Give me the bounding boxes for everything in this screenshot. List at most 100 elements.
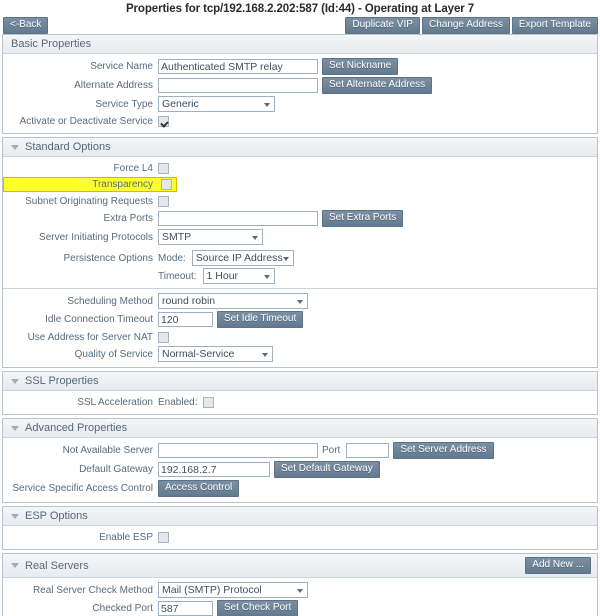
section-basic-properties: Basic Properties Service Name Set Nickna… [2, 34, 598, 134]
row-extra-ports: Extra Ports Set Extra Ports [3, 209, 597, 228]
row-subnet-originating-requests: Subnet Originating Requests [3, 193, 597, 209]
toolbar: <-Back Duplicate VIP Change Address Expo… [0, 17, 600, 34]
default-gateway-input[interactable] [158, 462, 270, 477]
service-type-select-wrap: Generic [158, 96, 275, 112]
control-ssl-acceleration: Enabled: [158, 396, 215, 408]
section-header-basic-properties: Basic Properties [3, 35, 597, 54]
collapse-caret-icon-standard-options[interactable] [11, 144, 19, 150]
row-real-server-check-method: Real Server Check Method Mail (SMTP) Pro… [3, 581, 597, 599]
label-transparency: Transparency [3, 177, 158, 192]
persistence-group: Persistence Options Mode: Source IP Addr… [3, 249, 597, 289]
section-title-basic-properties: Basic Properties [11, 38, 92, 50]
not-available-server-port-input[interactable] [346, 443, 390, 458]
section-body-esp-options: Enable ESP [3, 526, 597, 549]
page-title: Properties for tcp/192.168.2.202:587 (Id… [125, 3, 475, 15]
server-initiating-protocols-select-wrap: SMTP [158, 229, 263, 245]
set-check-port-button[interactable]: Set Check Port [217, 600, 299, 616]
set-server-address-button[interactable]: Set Server Address [393, 442, 494, 459]
activate-service-checkbox[interactable] [158, 115, 169, 127]
row-persistence-timeout: Timeout: 1 Hour [3, 267, 597, 285]
back-button[interactable]: <-Back [3, 17, 49, 34]
virtual-service-properties-page: Properties for tcp/192.168.2.202:587 (Id… [0, 0, 600, 616]
persistence-timeout-select[interactable]: 1 Hour [202, 268, 275, 284]
alternate-address-input[interactable] [158, 78, 318, 93]
set-idle-timeout-button[interactable]: Set Idle Timeout [217, 311, 304, 328]
label-not-available-server-port: Port [322, 445, 341, 456]
control-not-available-server: Port Set Server Address [158, 442, 494, 459]
extra-ports-input[interactable] [158, 211, 318, 226]
access-control-button[interactable]: Access Control [158, 480, 240, 497]
label-ssl-acceleration: SSL Acceleration [77, 396, 153, 408]
label-activate-service: Activate or Deactivate Service [19, 115, 153, 127]
label-use-address-for-server-nat: Use Address for Server NAT [27, 331, 153, 343]
control-subnet-originating-requests [158, 195, 169, 207]
transparency-checkbox[interactable] [161, 179, 172, 190]
set-extra-ports-button[interactable]: Set Extra Ports [322, 210, 404, 227]
service-name-input[interactable] [158, 59, 318, 74]
section-title-ssl-properties: SSL Properties [25, 375, 99, 387]
use-address-for-server-nat-checkbox[interactable] [158, 331, 169, 343]
duplicate-vip-button[interactable]: Duplicate VIP [345, 17, 420, 34]
label-enable-esp: Enable ESP [99, 531, 153, 543]
section-body-basic-properties: Service Name Set Nickname Alternate Addr… [3, 54, 597, 133]
persistence-mode-select-wrap: Source IP Address [191, 250, 294, 266]
section-standard-options: Standard Options Force L4 Transparency S… [2, 137, 598, 368]
service-type-select[interactable]: Generic [158, 96, 275, 112]
section-ssl-properties: SSL Properties SSL Acceleration Enabled: [2, 371, 598, 415]
control-idle-connection-timeout: Set Idle Timeout [158, 311, 304, 328]
label-server-initiating-protocols: Server Initiating Protocols [39, 231, 153, 243]
row-server-initiating-protocols: Server Initiating Protocols SMTP [3, 228, 597, 246]
collapse-caret-icon-esp-options[interactable] [11, 513, 19, 519]
checked-port-input[interactable] [158, 601, 213, 616]
row-quality-of-service: Quality of Service Normal-Service [3, 345, 597, 363]
row-force-l4: Force L4 [3, 160, 597, 176]
control-real-server-check-method: Mail (SMTP) Protocol [158, 582, 308, 598]
set-default-gateway-button[interactable]: Set Default Gateway [274, 461, 380, 478]
force-l4-checkbox[interactable] [158, 162, 169, 174]
label-idle-connection-timeout: Idle Connection Timeout [45, 314, 153, 325]
persistence-mode-select[interactable]: Source IP Address [191, 250, 294, 266]
section-header-real-servers: Real Servers Add New ... [3, 554, 597, 578]
row-ssl-acceleration: SSL Acceleration Enabled: [3, 394, 597, 410]
label-persistence-timeout: Timeout: [158, 270, 197, 282]
server-initiating-protocols-select[interactable]: SMTP [158, 229, 263, 245]
label-persistence-options: Persistence Options [63, 252, 154, 264]
collapse-caret-icon-real-servers[interactable] [11, 563, 19, 568]
idle-connection-timeout-input[interactable] [158, 312, 213, 327]
row-alternate-address: Alternate Address Set Alternate Address [3, 76, 597, 95]
scheduling-method-select[interactable]: round robin [158, 293, 308, 309]
quality-of-service-select[interactable]: Normal-Service [158, 346, 273, 362]
row-use-address-for-server-nat: Use Address for Server NAT [3, 329, 597, 345]
quality-of-service-select-wrap: Normal-Service [158, 346, 273, 362]
add-new-real-server-button[interactable]: Add New ... [525, 557, 591, 574]
control-checked-port: Set Check Port [158, 600, 299, 616]
section-header-esp-options: ESP Options [3, 507, 597, 526]
control-scheduling-method: round robin [158, 293, 308, 309]
collapse-caret-icon-advanced-properties[interactable] [11, 425, 19, 431]
control-use-address-for-server-nat [158, 331, 169, 343]
label-ssl-enabled: Enabled: [158, 396, 198, 408]
row-activate-service: Activate or Deactivate Service [3, 113, 597, 129]
section-header-advanced-properties: Advanced Properties [3, 419, 597, 438]
persistence-timeout-select-wrap: 1 Hour [202, 268, 275, 284]
collapse-caret-icon-ssl-properties[interactable] [11, 378, 19, 384]
toolbar-actions: Duplicate VIP Change Address Export Temp… [345, 17, 598, 34]
export-template-button[interactable]: Export Template [511, 17, 598, 34]
change-address-button[interactable]: Change Address [421, 17, 510, 34]
row-checked-port: Checked Port Set Check Port [3, 599, 597, 616]
section-advanced-properties: Advanced Properties Not Available Server… [2, 418, 598, 503]
section-title-standard-options: Standard Options [25, 141, 111, 153]
set-nickname-button[interactable]: Set Nickname [322, 58, 399, 75]
real-server-check-method-select-wrap: Mail (SMTP) Protocol [158, 582, 308, 598]
label-checked-port: Checked Port [92, 603, 153, 614]
row-service-name: Service Name Set Nickname [3, 57, 597, 76]
set-alternate-address-button[interactable]: Set Alternate Address [322, 77, 433, 94]
not-available-server-input[interactable] [158, 443, 318, 458]
subnet-originating-requests-checkbox[interactable] [158, 195, 169, 207]
ssl-acceleration-checkbox[interactable] [203, 396, 215, 408]
row-service-specific-access-control: Service Specific Access Control Access C… [3, 479, 597, 498]
control-extra-ports: Set Extra Ports [158, 210, 404, 227]
enable-esp-checkbox[interactable] [158, 531, 169, 543]
real-server-check-method-select[interactable]: Mail (SMTP) Protocol [158, 582, 308, 598]
section-title-advanced-properties: Advanced Properties [25, 422, 128, 434]
